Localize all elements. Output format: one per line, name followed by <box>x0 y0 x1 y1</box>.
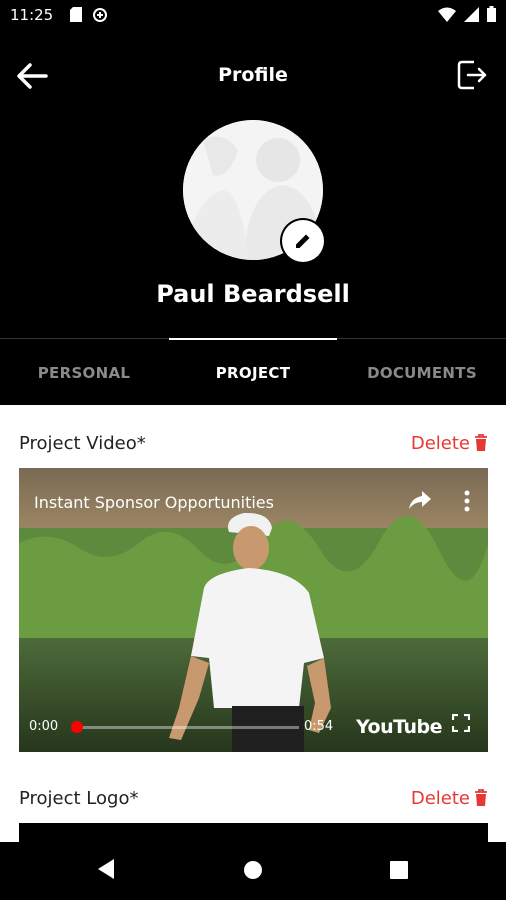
project-logo-header: Project Logo* Delete <box>19 783 488 813</box>
project-content: Project Video* Delete Instant Sponsor Op… <box>0 405 506 843</box>
delete-video-button[interactable]: Delete <box>411 433 488 454</box>
trash-icon <box>475 789 487 806</box>
tab-project[interactable]: PROJECT <box>169 339 337 406</box>
page-title: Profile <box>218 64 288 86</box>
status-bar: 11:25 <box>0 0 506 30</box>
nav-back-icon <box>98 859 114 879</box>
video-current-time: 0:00 <box>29 719 59 734</box>
video-player[interactable]: Instant Sponsor Opportunities 0:00 0:54 … <box>19 468 488 752</box>
logout-icon <box>457 60 487 90</box>
fullscreen-icon <box>451 713 471 733</box>
video-scrubber-handle[interactable] <box>71 721 83 733</box>
user-name: Paul Beardsell <box>156 280 350 308</box>
status-system-icons <box>438 6 496 22</box>
tab-personal[interactable]: PERSONAL <box>0 339 168 406</box>
tab-documents[interactable]: DOCUMENTS <box>338 339 506 406</box>
nav-home-icon <box>244 861 262 879</box>
video-progress-bar[interactable] <box>71 721 299 733</box>
nav-home-button[interactable] <box>243 860 263 884</box>
share-icon <box>409 491 431 509</box>
battery-icon <box>487 6 496 22</box>
trash-icon <box>475 434 487 451</box>
edit-avatar-button[interactable] <box>282 220 324 262</box>
delete-logo-label: Delete <box>410 787 470 809</box>
more-vertical-icon <box>464 490 470 512</box>
project-video-header: Project Video* Delete <box>19 428 488 458</box>
nav-recents-icon <box>390 861 408 879</box>
pencil-icon <box>296 234 310 248</box>
delete-video-label: Delete <box>410 432 470 454</box>
nav-back-button[interactable] <box>96 858 116 884</box>
delete-logo-button[interactable]: Delete <box>411 788 488 809</box>
fullscreen-button[interactable] <box>451 713 471 736</box>
status-time: 11:25 <box>10 6 54 24</box>
system-nav-bar <box>0 842 506 900</box>
profile-tabs: PERSONAL PROJECT DOCUMENTS <box>0 338 506 406</box>
youtube-logo[interactable]: YouTube <box>356 716 442 738</box>
signal-icon <box>464 6 479 22</box>
project-logo-preview[interactable] <box>19 823 488 843</box>
data-saver-icon <box>93 8 107 22</box>
profile-header: Profile Paul Beardsell <box>0 30 506 338</box>
wifi-icon <box>438 7 456 22</box>
share-button[interactable] <box>408 490 432 514</box>
sd-card-icon <box>70 7 82 22</box>
project-logo-label: Project Logo* <box>19 787 139 809</box>
project-video-label: Project Video* <box>19 432 146 454</box>
video-duration: 0:54 <box>304 719 334 734</box>
more-options-button[interactable] <box>464 490 470 516</box>
video-title: Instant Sponsor Opportunities <box>34 493 274 512</box>
nav-recents-button[interactable] <box>390 861 408 883</box>
logout-button[interactable] <box>456 58 490 92</box>
status-notification-icons <box>70 7 108 23</box>
